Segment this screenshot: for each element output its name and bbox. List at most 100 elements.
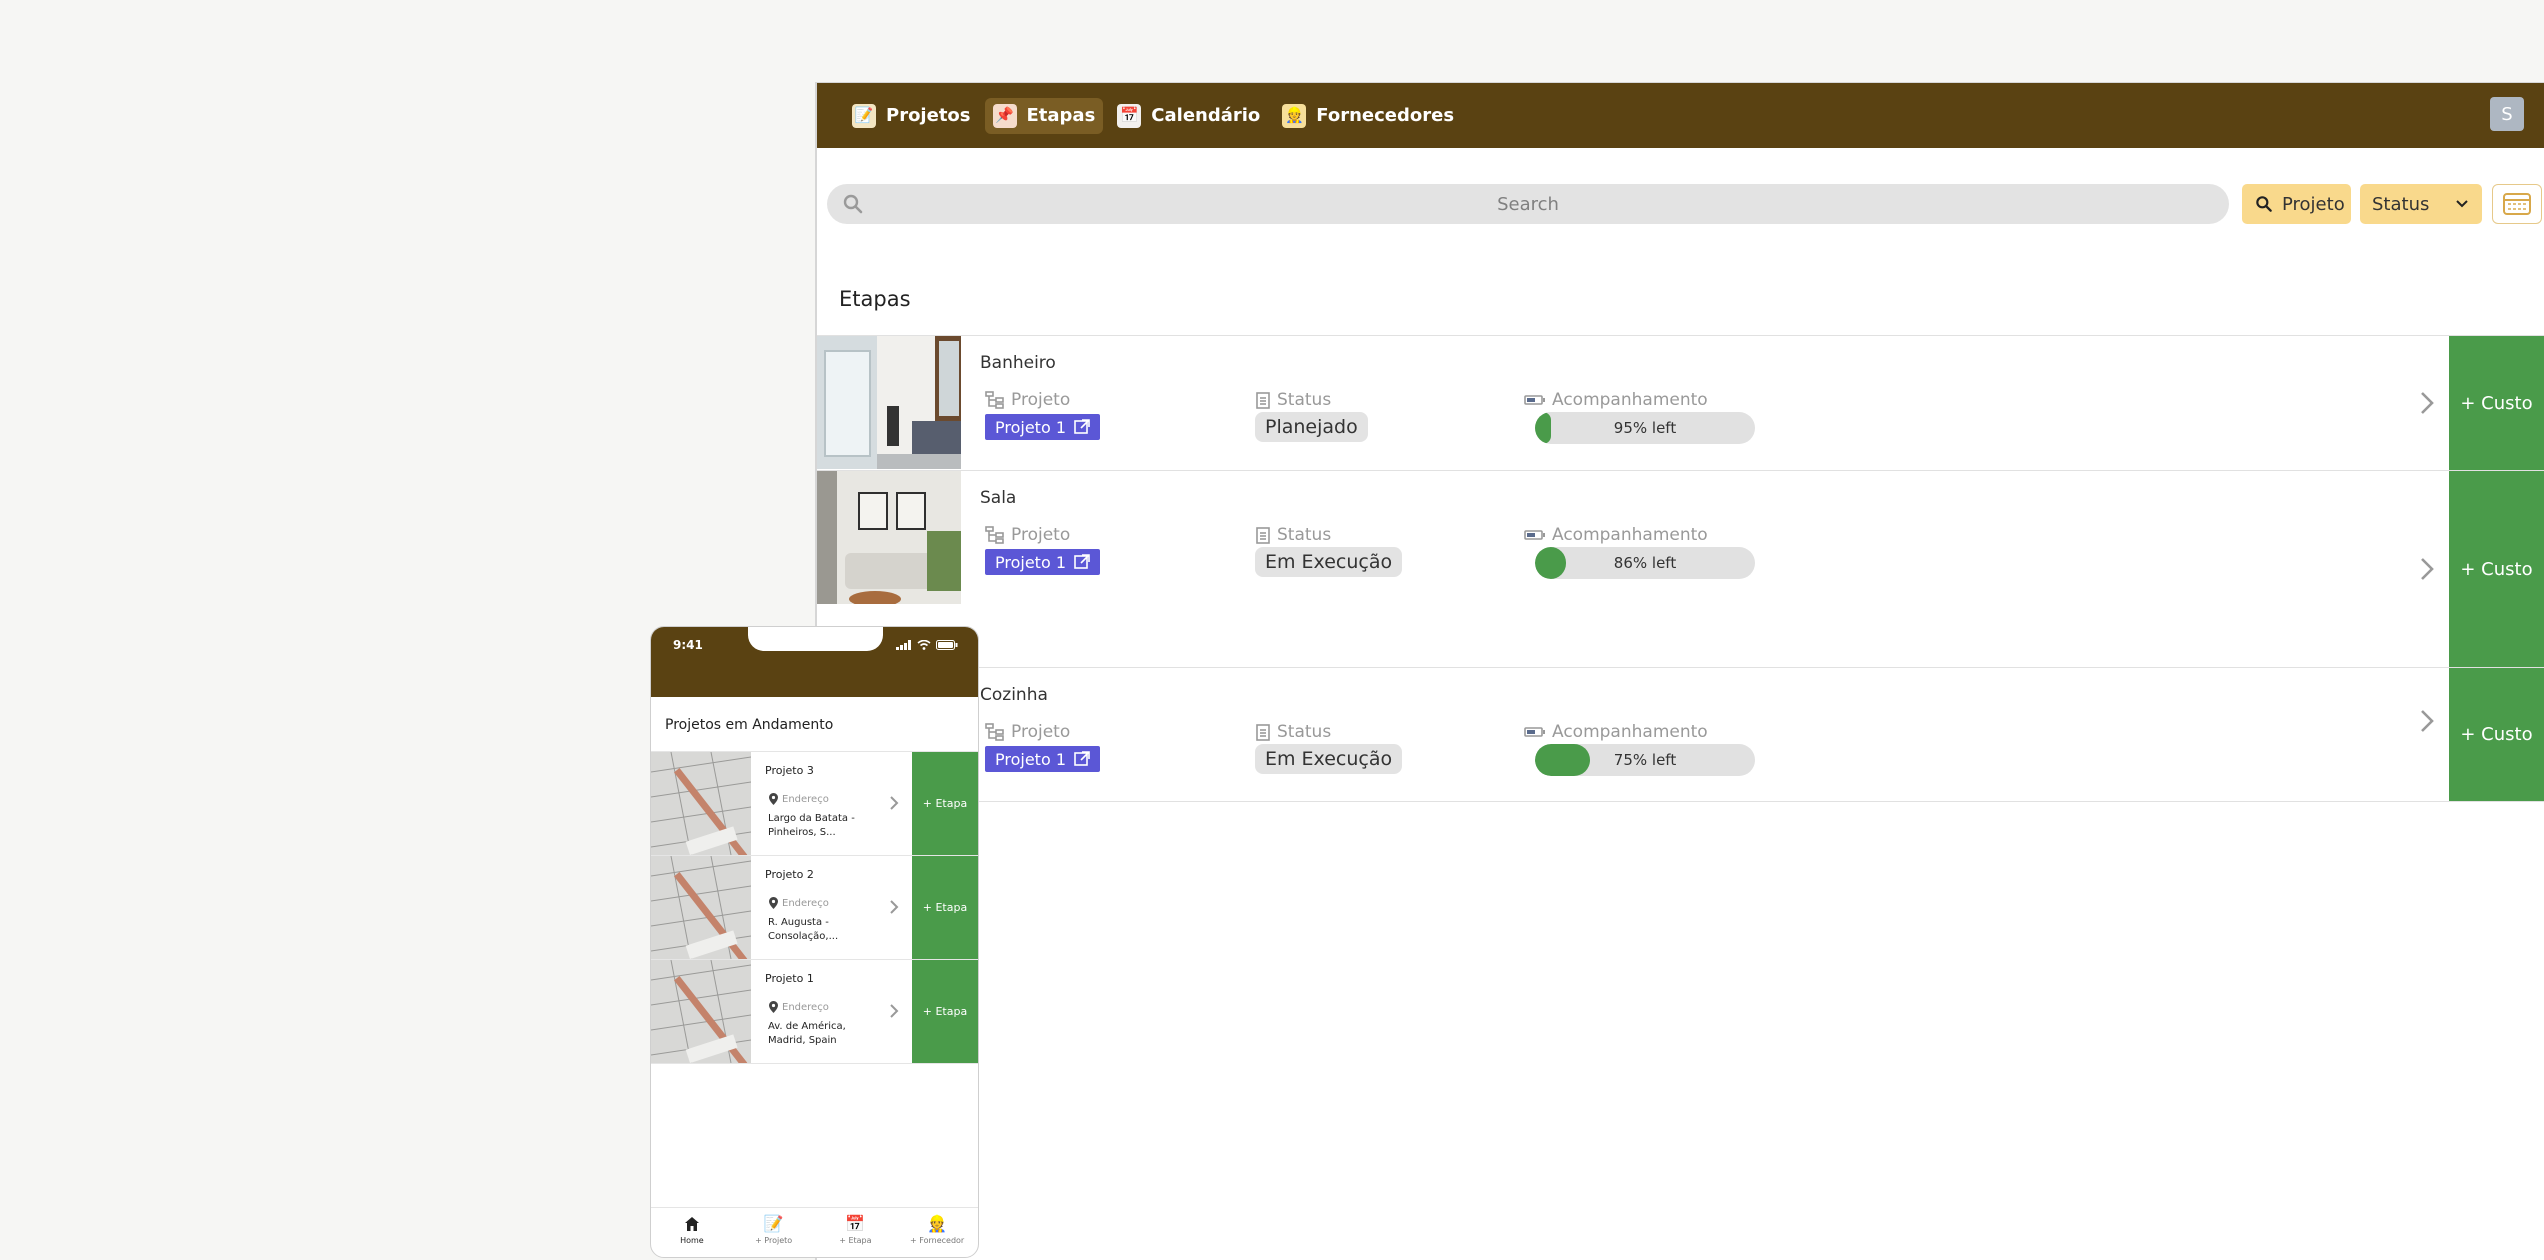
status-badge: Em Execução (1255, 547, 1403, 577)
clipboard-icon (1256, 724, 1270, 741)
projeto-field-label: Projeto (985, 525, 1100, 545)
add-etapa-button[interactable]: + Etapa (912, 752, 978, 855)
progress-bar: 95% left (1535, 412, 1755, 444)
status-field: Status Planejado (1255, 390, 1368, 442)
project-tag[interactable]: Projeto 1 (985, 746, 1100, 772)
add-custo-button[interactable]: + Custo (2449, 471, 2544, 667)
living-room-image (817, 471, 961, 604)
calendar-icon: 📅 (1117, 103, 1142, 128)
status-filter-dropdown[interactable]: Status (2360, 184, 2482, 224)
memo-icon: 📝 (763, 1214, 784, 1233)
hierarchy-icon (985, 526, 1004, 544)
home-icon (684, 1217, 699, 1231)
mobile-project-row[interactable]: Projeto 1 Endereço Av. de América, Madri… (651, 960, 978, 1064)
project-address: Largo da Batata - Pinheiros, S... (768, 813, 855, 838)
status-field: Status Em Execução (1255, 525, 1403, 577)
wifi-icon (917, 640, 931, 650)
search-input[interactable] (827, 184, 2229, 224)
mobile-project-row[interactable]: Projeto 2 Endereço R. Augusta - Consolaç… (651, 856, 978, 960)
tab-add-projeto[interactable]: 📝 + Projeto (733, 1208, 815, 1257)
top-navigation-bar: 📝 Projetos 📌 Etapas 📅 Calendário 👷 Forne… (817, 83, 2544, 148)
hierarchy-icon (985, 723, 1004, 741)
nav-item-fornecedores[interactable]: 👷 Fornecedores (1274, 98, 1462, 134)
external-link-icon (1074, 554, 1090, 569)
chevron-right-icon[interactable] (2417, 390, 2437, 416)
status-icons (896, 640, 958, 650)
mobile-preview: 9:41 Projetos em Andamento Projeto 3 End… (650, 626, 979, 1258)
calendar-view-button[interactable] (2492, 184, 2542, 224)
worker-icon: 👷 (1282, 103, 1307, 128)
progress-bar: 75% left (1535, 744, 1755, 776)
nav-item-calendario[interactable]: 📅 Calendário (1109, 98, 1268, 134)
battery-icon (1524, 395, 1545, 405)
mobile-header: 9:41 (651, 627, 978, 697)
progress-bar: 86% left (1535, 547, 1755, 579)
address-label: Endereço (769, 897, 829, 909)
chevron-right-icon[interactable] (888, 899, 900, 915)
etapa-name: Banheiro (980, 353, 1056, 373)
add-etapa-button[interactable]: + Etapa (912, 960, 978, 1063)
add-custo-button[interactable]: + Custo (2449, 336, 2544, 470)
tab-home[interactable]: Home (651, 1208, 733, 1257)
acompanhamento-field-label: Acompanhamento (1524, 722, 1755, 742)
external-link-icon (1074, 419, 1090, 434)
project-tag[interactable]: Projeto 1 (985, 414, 1100, 440)
mobile-tab-bar: Home 📝 + Projeto 📅 + Etapa 👷 + Fornecedo… (651, 1207, 978, 1257)
acompanhamento-field-label: Acompanhamento (1524, 525, 1755, 545)
user-avatar[interactable]: S (2490, 97, 2524, 131)
etapa-row-sala[interactable]: Sala Projeto Projeto 1 Status Em Execuçã… (817, 471, 2544, 668)
search-icon (2256, 196, 2272, 212)
acompanhamento-field: Acompanhamento 86% left (1524, 525, 1755, 579)
battery-icon (1524, 530, 1545, 540)
acompanhamento-field-label: Acompanhamento (1524, 390, 1755, 410)
worker-icon: 👷 (927, 1214, 948, 1233)
etapa-name: Cozinha (980, 685, 1048, 705)
project-thumbnail (651, 960, 751, 1063)
add-custo-button[interactable]: + Custo (2449, 668, 2544, 801)
chevron-right-icon[interactable] (2417, 556, 2437, 582)
mobile-project-row[interactable]: Projeto 3 Endereço Largo da Batata - Pin… (651, 752, 978, 856)
external-link-icon (1074, 751, 1090, 766)
projeto-field: Projeto Projeto 1 (985, 722, 1100, 772)
location-pin-icon (769, 897, 778, 909)
signal-icon (896, 640, 911, 650)
chevron-right-icon[interactable] (888, 795, 900, 811)
filter-toolbar: Projeto Status (817, 182, 2544, 226)
chevron-right-icon[interactable] (888, 1003, 900, 1019)
chevron-right-icon[interactable] (2417, 708, 2437, 734)
project-address: Av. de América, Madrid, Spain (768, 1021, 846, 1046)
project-name: Projeto 1 (765, 972, 814, 985)
status-badge: Planejado (1255, 412, 1368, 442)
phone-notch (748, 627, 883, 651)
address-label: Endereço (769, 793, 829, 805)
tab-add-etapa[interactable]: 📅 + Etapa (815, 1208, 897, 1257)
status-field-label: Status (1255, 525, 1402, 545)
blueprint-pencil-image (651, 856, 751, 959)
nav-label: Calendário (1151, 105, 1261, 126)
mobile-project-list: Projeto 3 Endereço Largo da Batata - Pin… (651, 751, 978, 1064)
etapa-row-banheiro[interactable]: Banheiro Projeto Projeto 1 Status Planej… (817, 336, 2544, 471)
tab-add-fornecedor[interactable]: 👷 + Fornecedor (896, 1208, 978, 1257)
project-name: Projeto 3 (765, 764, 814, 777)
add-etapa-button[interactable]: + Etapa (912, 856, 978, 959)
projeto-field-label: Projeto (985, 390, 1100, 410)
project-tag[interactable]: Projeto 1 (985, 549, 1100, 575)
location-pin-icon (769, 793, 778, 805)
search-bar (827, 184, 2229, 224)
nav-label: Fornecedores (1316, 105, 1455, 126)
nav-label: Projetos (886, 105, 971, 126)
nav-item-projetos[interactable]: 📝 Projetos (844, 98, 979, 134)
progress-text: 75% left (1613, 751, 1677, 769)
hierarchy-icon (985, 391, 1004, 409)
memo-icon: 📝 (852, 103, 876, 128)
battery-icon (936, 640, 958, 650)
search-icon (843, 194, 863, 214)
chevron-down-icon (2456, 200, 2468, 208)
location-pin-icon (769, 1001, 778, 1013)
etapa-row-cozinha[interactable]: Cozinha Projeto Projeto 1 Status Em Exec… (817, 668, 2544, 802)
status-field: Status Em Execução (1255, 722, 1403, 774)
projeto-filter-button[interactable]: Projeto (2242, 184, 2351, 224)
progress-text: 86% left (1613, 554, 1677, 572)
pushpin-icon: 📌 (992, 103, 1017, 128)
nav-item-etapas[interactable]: 📌 Etapas (984, 97, 1104, 134)
